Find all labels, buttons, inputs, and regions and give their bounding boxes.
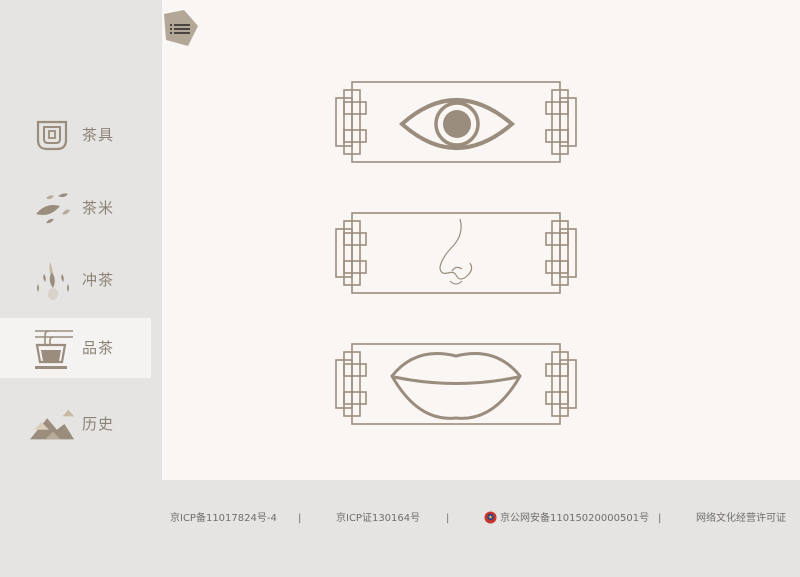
- sidebar-item-label: 历史: [82, 415, 115, 433]
- police-filing-link[interactable]: 京公网安备11015020000501号: [484, 511, 649, 527]
- brewing-icon: [28, 250, 76, 310]
- icp-filing-link[interactable]: 京ICP备11017824号-4: [170, 511, 277, 527]
- sidebar-item-label: 冲茶: [82, 271, 115, 289]
- menu-toggle-button[interactable]: [162, 10, 200, 48]
- footer-separator: |: [446, 513, 450, 524]
- culture-license-link[interactable]: 网络文化经营许可证: [696, 511, 786, 527]
- eye-icon: [335, 81, 577, 163]
- icp-license-link[interactable]: 京ICP证130164号: [336, 511, 420, 527]
- sidebar-item-history[interactable]: 历史: [0, 394, 151, 454]
- sidebar-item-tasting[interactable]: 品茶: [0, 318, 151, 378]
- sidebar-item-tea-set[interactable]: 茶具: [0, 105, 151, 165]
- lips-icon: [335, 343, 577, 425]
- sidebar-item-label: 品茶: [82, 339, 115, 357]
- tea-leaves-icon: [28, 178, 76, 238]
- footer: [0, 480, 800, 577]
- sidebar-item-brewing[interactable]: 冲茶: [0, 250, 151, 310]
- tea-cup-icon: [28, 318, 76, 378]
- mountains-icon: [28, 394, 76, 454]
- tea-set-icon: [28, 105, 76, 165]
- sidebar-item-label: 茶具: [82, 126, 115, 144]
- police-filing-label: 京公网安备11015020000501号: [500, 513, 650, 524]
- sense-card-sight[interactable]: [334, 80, 578, 164]
- police-badge-icon: [484, 511, 497, 524]
- footer-separator: |: [298, 513, 302, 524]
- sense-card-smell[interactable]: [334, 211, 578, 295]
- sense-card-taste[interactable]: [334, 342, 578, 426]
- list-menu-icon: [164, 10, 198, 46]
- sidebar: 茶具 茶米 冲茶 品茶 历史: [0, 0, 162, 480]
- sidebar-item-label: 茶米: [82, 199, 115, 217]
- main-content: [162, 0, 800, 480]
- sidebar-item-tea-leaves[interactable]: 茶米: [0, 178, 151, 238]
- footer-separator: |: [658, 513, 662, 524]
- nose-icon: [335, 212, 577, 294]
